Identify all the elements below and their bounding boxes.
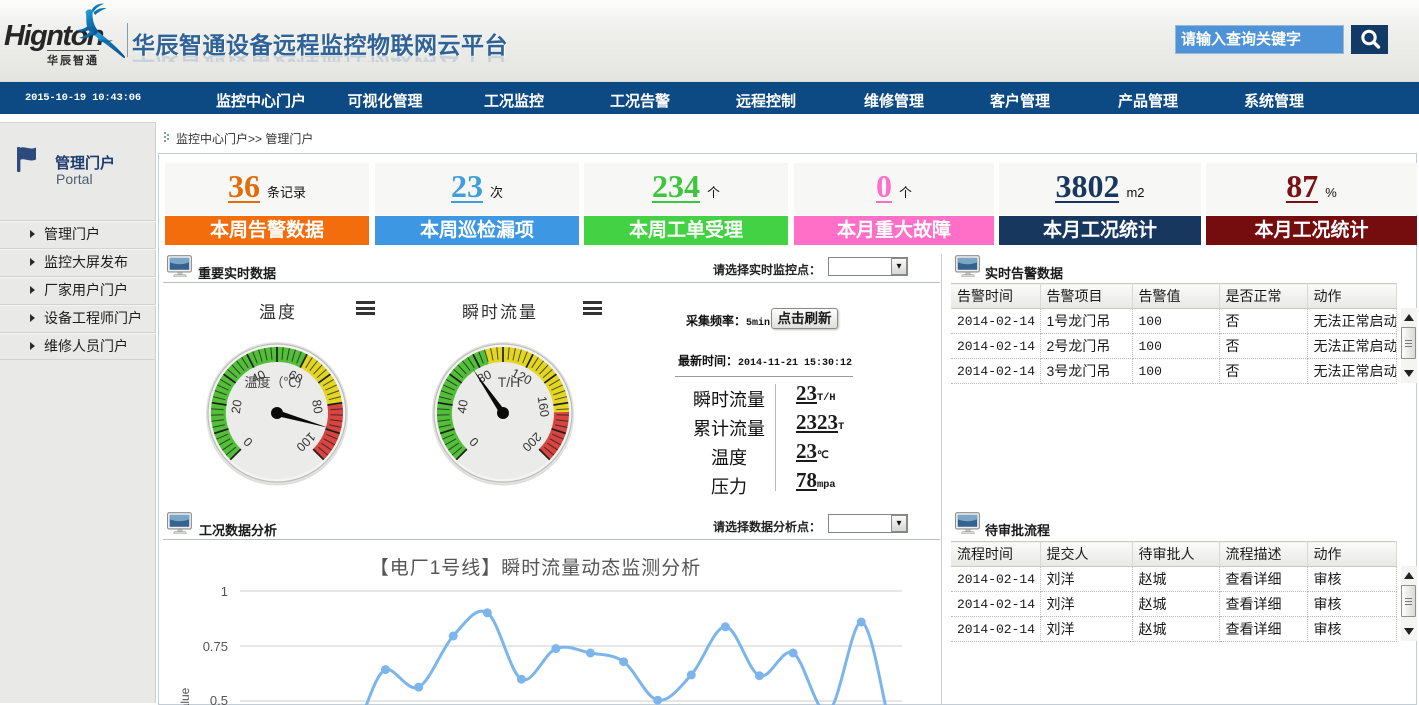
- svg-text:0.75: 0.75: [203, 639, 228, 654]
- svg-text:20: 20: [229, 399, 245, 415]
- svg-text:80: 80: [309, 399, 325, 415]
- svg-text:1: 1: [221, 584, 228, 599]
- svg-text:0.5: 0.5: [210, 693, 228, 705]
- svg-text:value: value: [178, 687, 192, 705]
- svg-text:40: 40: [455, 399, 471, 415]
